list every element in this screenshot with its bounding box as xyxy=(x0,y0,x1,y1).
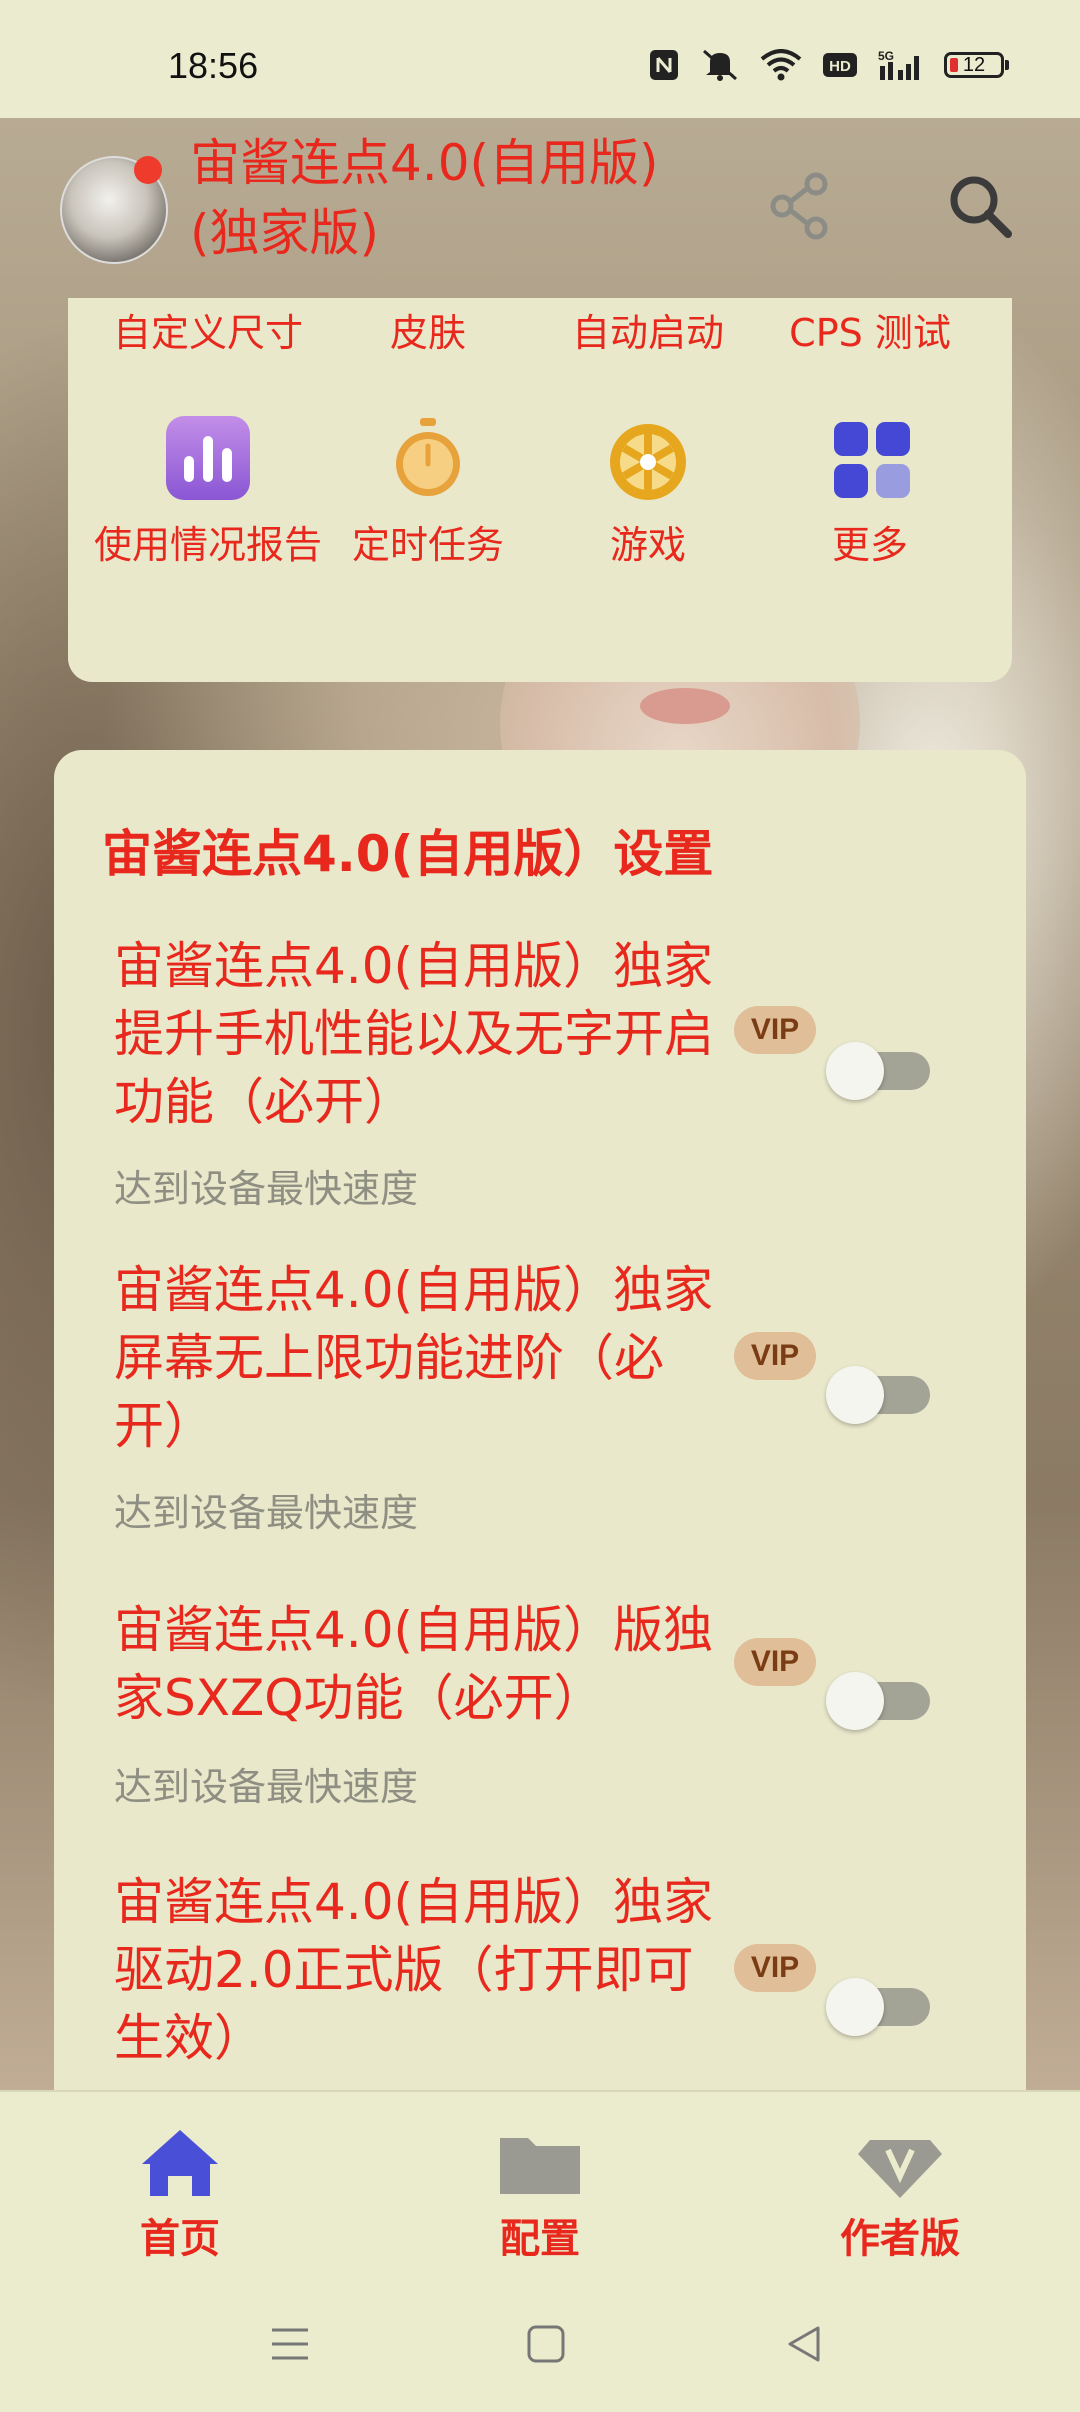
setting-toggle[interactable] xyxy=(826,1366,932,1424)
grid-item-more[interactable]: 更多 xyxy=(752,518,988,572)
setting-title: 宙酱连点4.0(自用版）独家驱动2.0正式版（打开即可生效） xyxy=(114,1873,714,2067)
setting-subtitle: 达到设备最快速度 xyxy=(114,1167,419,1211)
home-square-icon[interactable] xyxy=(524,2322,568,2366)
setting-toggle[interactable] xyxy=(826,1978,932,2036)
nav-config-label[interactable]: 配置 xyxy=(420,2206,660,2264)
vip-badge: VIP xyxy=(734,1332,816,1380)
battery-icon: 12 xyxy=(944,52,1009,78)
home-icon[interactable] xyxy=(60,2124,300,2204)
vip-badge: VIP xyxy=(734,1006,816,1054)
grid-item-skin[interactable]: 皮肤 xyxy=(310,302,546,357)
setting-title: 宙酱连点4.0(自用版）版独家SXZQ功能（必开） xyxy=(114,1601,714,1727)
vip-badge: VIP xyxy=(734,1944,816,1992)
grid-item-auto-start[interactable]: 自动启动 xyxy=(530,302,766,357)
vip-badge: VIP xyxy=(734,1638,816,1686)
setting-subtitle: 达到设备最快速度 xyxy=(114,1765,419,1809)
wifi-icon xyxy=(760,49,802,81)
grid-item-cps-test[interactable]: CPS 测试 xyxy=(752,302,988,357)
setting-title: 宙酱连点4.0(自用版）独家屏幕无上限功能进阶（必开） xyxy=(114,1261,714,1455)
stopwatch-icon[interactable] xyxy=(386,416,470,500)
back-icon[interactable] xyxy=(782,2322,826,2366)
nav-home-label[interactable]: 首页 xyxy=(60,2206,300,2264)
search-icon[interactable] xyxy=(944,170,1016,242)
nav-author-label[interactable]: 作者版 xyxy=(780,2206,1020,2264)
bar-chart-icon[interactable] xyxy=(166,416,250,500)
setting-toggle[interactable] xyxy=(826,1042,932,1100)
setting-title: 宙酱连点4.0(自用版）独家提升手机性能以及无字开启功能（必开） xyxy=(114,937,714,1131)
more-grid-icon[interactable] xyxy=(830,418,914,502)
grid-item-custom-size[interactable]: 自定义尺寸 xyxy=(90,302,326,357)
setting-subtitle: 达到设备最快速度 xyxy=(114,1491,419,1535)
mute-icon xyxy=(703,49,737,81)
grid-item-games[interactable]: 游戏 xyxy=(530,518,766,572)
grid-item-usage-report[interactable]: 使用情况报告 xyxy=(90,518,326,572)
svg-text:HD: HD xyxy=(829,58,851,75)
share-icon[interactable] xyxy=(764,170,836,242)
status-bar: 18:56 HD 5G 12 xyxy=(0,0,1080,118)
folder-icon[interactable] xyxy=(420,2124,660,2204)
wheel-icon[interactable] xyxy=(606,420,690,504)
hd-icon: HD xyxy=(823,53,857,77)
menu-icon[interactable] xyxy=(268,2322,312,2366)
setting-toggle[interactable] xyxy=(826,1672,932,1730)
vip-diamond-icon[interactable] xyxy=(780,2124,1020,2204)
svg-text:5G: 5G xyxy=(878,49,894,63)
settings-title: 宙酱连点4.0(自用版）设置 xyxy=(102,825,714,883)
notification-dot xyxy=(134,156,162,184)
grid-item-scheduled-task[interactable]: 定时任务 xyxy=(310,518,546,572)
app-title: 宙酱连点4.0(自用版)(独家版) xyxy=(190,134,659,262)
nfc-icon xyxy=(650,50,678,80)
signal-5g-icon: 5G xyxy=(878,49,919,80)
status-time: 18:56 xyxy=(168,45,259,86)
